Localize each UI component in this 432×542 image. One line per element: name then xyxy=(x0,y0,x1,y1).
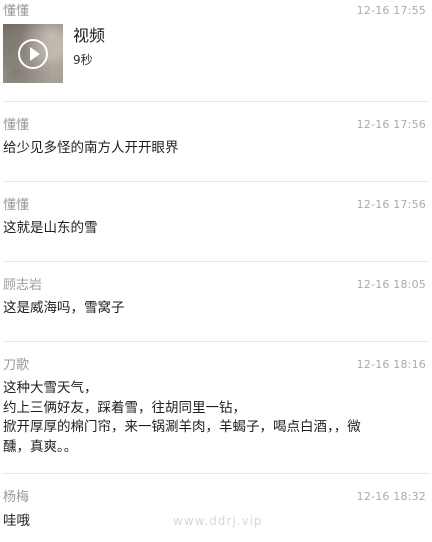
divider xyxy=(3,101,429,102)
watermark: www.ddrj.vip xyxy=(173,514,263,528)
divider xyxy=(3,261,429,262)
message-time: 12-16 18:32 xyxy=(356,490,426,503)
message-text: 这就是山东的雪 xyxy=(3,220,98,236)
message-text-line: 醺，真爽。。 xyxy=(3,438,78,455)
message-item: 杨梅 12-16 18:32 哇哦 xyxy=(0,482,432,542)
sender-name[interactable]: 顾志岩 xyxy=(3,278,42,294)
sender-name[interactable]: 懂懂 xyxy=(3,118,29,134)
message-time: 12-16 17:56 xyxy=(356,198,426,211)
sender-name[interactable]: 杨梅 xyxy=(3,490,29,506)
video-thumbnail[interactable] xyxy=(3,24,63,83)
message-item: 懂懂 12-16 17:56 给少见多怪的南方人开开眼界 xyxy=(0,110,432,180)
message-time: 12-16 18:16 xyxy=(356,358,426,371)
message-item: 懂懂 12-16 17:55 视频 9秒 xyxy=(0,0,432,100)
divider xyxy=(3,181,429,182)
sender-name[interactable]: 懂懂 xyxy=(3,198,29,214)
message-text-line: 这种大雪天气， xyxy=(3,380,98,396)
video-title: 视频 xyxy=(73,26,106,45)
message-item: 刀歌 12-16 18:16 这种大雪天气， 约上三俩好友，踩着雪，往胡同里一钻… xyxy=(0,350,432,472)
sender-name[interactable]: 刀歌 xyxy=(3,358,29,374)
sender-name[interactable]: 懂懂 xyxy=(3,4,29,20)
message-text: 这种大雪天气， 约上三俩好友，踩着雪，往胡同里一钻， 掀开厚厚的棉门帘，来一锅涮… xyxy=(3,379,426,457)
message-text-line: 约上三俩好友，踩着雪，往胡同里一钻， xyxy=(3,399,246,416)
play-icon[interactable] xyxy=(18,39,48,69)
message-text-line: 掀开厚厚的棉门帘，来一锅涮羊肉，羊蝎子，喝点白酒，，微 xyxy=(3,419,361,435)
message-time: 12-16 17:55 xyxy=(356,4,426,17)
message-text: 给少见多怪的南方人开开眼界 xyxy=(3,140,179,156)
divider xyxy=(3,473,429,474)
message-time: 12-16 17:56 xyxy=(356,118,426,131)
message-time: 12-16 18:05 xyxy=(356,278,426,291)
video-duration: 9秒 xyxy=(73,53,93,67)
message-text: 这是威海吗，雪窝子 xyxy=(3,300,125,316)
divider xyxy=(3,341,429,342)
message-item: 顾志岩 12-16 18:05 这是威海吗，雪窝子 xyxy=(0,270,432,340)
message-item: 懂懂 12-16 17:56 这就是山东的雪 xyxy=(0,190,432,260)
